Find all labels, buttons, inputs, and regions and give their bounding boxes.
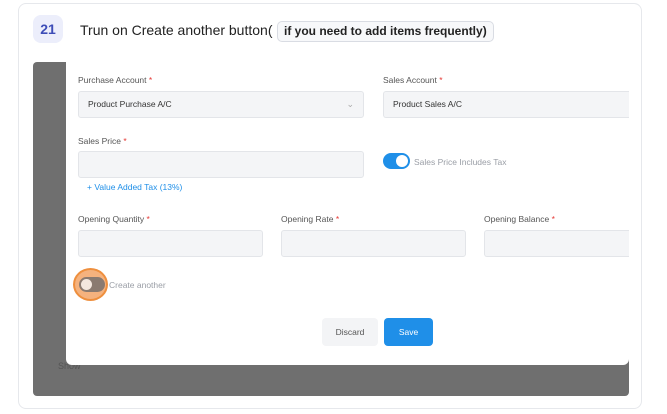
save-button[interactable]: Save — [384, 318, 433, 346]
opening-rate-input[interactable] — [281, 230, 466, 257]
purchase-account-select[interactable]: Product Purchase A/C ⌄ — [78, 91, 364, 118]
chevron-down-icon: ⌄ — [346, 99, 354, 109]
purchase-account-value: Product Purchase A/C — [88, 99, 172, 109]
toggle-knob — [81, 279, 92, 290]
step-instruction: Trun on Create another button( — [80, 22, 273, 38]
opening-quantity-input[interactable] — [78, 230, 263, 257]
sales-account-select[interactable]: Product Sales A/C — [383, 91, 629, 118]
opening-quantity-label: Opening Quantity * — [78, 214, 150, 224]
step-number-badge: 21 — [33, 15, 63, 43]
discard-button[interactable]: Discard — [322, 318, 378, 346]
sales-price-includes-tax-toggle[interactable] — [383, 153, 410, 169]
opening-rate-label: Opening Rate * — [281, 214, 340, 224]
opening-balance-label: Opening Balance * — [484, 214, 555, 224]
sales-price-input[interactable] — [78, 151, 364, 178]
create-another-label: Create another — [109, 280, 166, 290]
step-hint: if you need to add items frequently) — [277, 21, 494, 42]
value-added-tax-link[interactable]: + Value Added Tax (13%) — [87, 182, 182, 192]
sales-price-label: Sales Price * — [78, 136, 127, 146]
sales-account-value: Product Sales A/C — [393, 99, 462, 109]
toggle-knob — [396, 155, 408, 167]
sales-price-includes-tax-label: Sales Price Includes Tax — [414, 157, 507, 167]
opening-balance-input[interactable] — [484, 230, 629, 257]
sales-account-label: Sales Account * — [383, 75, 443, 85]
create-another-toggle[interactable] — [79, 277, 105, 292]
purchase-account-label: Purchase Account * — [78, 75, 153, 85]
